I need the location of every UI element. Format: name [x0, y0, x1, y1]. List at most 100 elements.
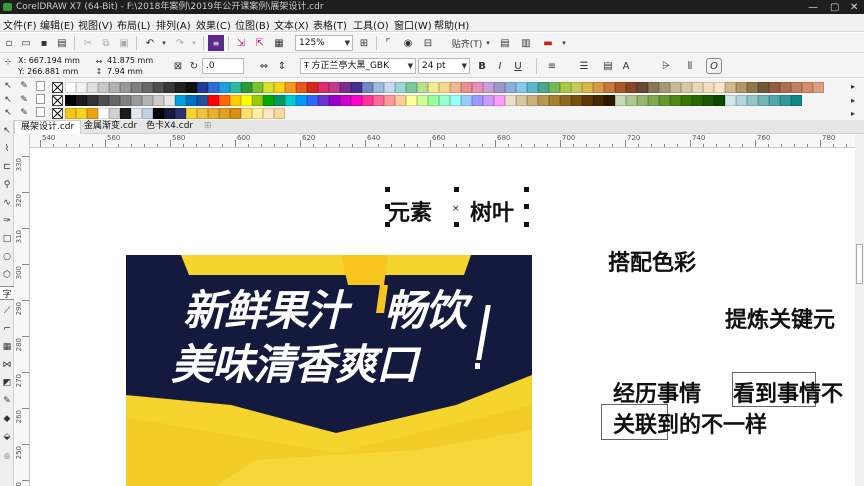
no-color-swatch[interactable] [52, 82, 63, 93]
color-swatch[interactable] [208, 108, 219, 119]
color-swatch[interactable] [241, 108, 252, 119]
menu-arrange[interactable]: 排列(A) [156, 17, 191, 32]
color-swatch[interactable] [76, 95, 87, 106]
color-swatch[interactable] [637, 95, 648, 106]
color-swatch[interactable] [186, 82, 197, 93]
search-content-icon[interactable]: ≡ [208, 35, 224, 51]
color-swatch[interactable] [197, 95, 208, 106]
color-swatch[interactable] [648, 82, 659, 93]
vertical-ruler[interactable]: 330 320 310 300 290 280 270 260 250 240 [14, 134, 30, 486]
add-tool-icon[interactable]: ⊕ [0, 450, 15, 464]
color-swatch[interactable] [87, 95, 98, 106]
color-swatch[interactable] [483, 82, 494, 93]
scrollbar-thumb[interactable] [856, 244, 863, 284]
redo-dropdown-icon[interactable]: ▾ [186, 35, 202, 51]
color-swatch[interactable] [175, 95, 186, 106]
color-swatch[interactable] [164, 82, 175, 93]
color-swatch[interactable] [373, 82, 384, 93]
blend-tool-icon[interactable]: ⋈ [0, 358, 15, 372]
color-swatch[interactable] [109, 82, 120, 93]
color-swatch[interactable] [725, 82, 736, 93]
color-swatch[interactable] [538, 82, 549, 93]
open-icon[interactable]: ▭ [18, 35, 34, 51]
color-swatch[interactable] [318, 82, 329, 93]
color-swatch[interactable] [516, 82, 527, 93]
color-swatch[interactable] [659, 82, 670, 93]
color-swatch[interactable] [769, 82, 780, 93]
color-swatch[interactable] [494, 82, 505, 93]
bullet-list-icon[interactable]: ☰ [576, 58, 592, 74]
color-swatch[interactable] [263, 82, 274, 93]
color-swatch[interactable] [252, 108, 263, 119]
edit-text-icon[interactable]: O [706, 58, 722, 74]
y-position-field[interactable]: Y: 266.881 mm [18, 67, 78, 76]
color-swatch[interactable] [593, 95, 604, 106]
color-swatch[interactable] [230, 95, 241, 106]
export-icon[interactable]: ⇱ [252, 35, 268, 51]
zoom-level-field[interactable]: 125% ▼ [295, 35, 353, 51]
color-swatch[interactable] [692, 95, 703, 106]
color-swatch[interactable] [747, 95, 758, 106]
color-swatch[interactable] [582, 95, 593, 106]
welcome-screen-icon[interactable]: ▬ [540, 35, 556, 51]
color-swatch[interactable] [230, 108, 241, 119]
color-swatch[interactable] [373, 95, 384, 106]
color-swatch[interactable] [186, 108, 197, 119]
text-kandao[interactable]: 看到事情不 [733, 376, 843, 408]
color-swatch[interactable] [604, 82, 615, 93]
color-swatch[interactable] [120, 95, 131, 106]
crop-tool-icon[interactable]: ↖ [2, 107, 14, 119]
scroll-palette-left-icon[interactable] [36, 107, 45, 117]
color-swatch[interactable] [428, 82, 439, 93]
color-swatch[interactable] [186, 95, 197, 106]
color-swatch[interactable] [736, 95, 747, 106]
application-launcher-icon[interactable]: ▥ [518, 35, 534, 51]
smart-fill-icon[interactable]: ⬙ [0, 430, 15, 444]
underline-icon[interactable]: U [510, 58, 526, 74]
menu-effects[interactable]: 效果(C) [196, 17, 231, 32]
color-swatch[interactable] [582, 82, 593, 93]
color-swatch[interactable] [274, 82, 285, 93]
color-swatch[interactable] [153, 82, 164, 93]
crop-tool-icon[interactable]: ⊏ [0, 160, 15, 174]
width-field[interactable]: 41.875 mm [107, 56, 153, 65]
text-yuansu[interactable]: 元素 [388, 195, 432, 227]
color-swatch[interactable] [340, 82, 351, 93]
color-swatch[interactable] [450, 95, 461, 106]
copy-icon[interactable]: ⧉ [98, 35, 114, 51]
table-tool-icon[interactable]: ▦ [0, 340, 15, 354]
color-eyedropper-icon[interactable]: ✎ [0, 394, 15, 408]
color-swatch[interactable] [417, 95, 428, 106]
mirror-horizontal-icon[interactable]: ⇔ [256, 58, 272, 74]
import-icon[interactable]: ⇲ [233, 35, 249, 51]
transparency-tool-icon[interactable]: ◩ [0, 376, 15, 390]
menu-layout[interactable]: 布局(L) [117, 17, 150, 32]
connector-tool-icon[interactable]: ⌐ [0, 322, 15, 336]
color-swatch[interactable] [164, 95, 175, 106]
no-color-swatch[interactable] [52, 95, 63, 106]
color-swatch[interactable] [571, 82, 582, 93]
color-swatch[interactable] [813, 82, 824, 93]
show-guidelines-icon[interactable]: ⊟ [420, 35, 436, 51]
color-swatch[interactable] [131, 95, 142, 106]
pick-tool-icon[interactable]: ↖ [2, 80, 14, 92]
color-swatch[interactable] [406, 95, 417, 106]
color-palette[interactable] [52, 80, 842, 119]
show-grid-icon[interactable]: ◉ [400, 35, 416, 51]
color-swatch[interactable] [549, 95, 560, 106]
minimize-icon[interactable]: — [808, 1, 818, 14]
cut-icon[interactable]: ✂ [80, 35, 96, 51]
color-swatch[interactable] [747, 82, 758, 93]
selected-text-object[interactable]: × 元素 树叶 [385, 187, 529, 227]
color-swatch[interactable] [461, 82, 472, 93]
undo-dropdown-icon[interactable]: ▾ [156, 35, 172, 51]
color-swatch[interactable] [571, 95, 582, 106]
color-swatch[interactable] [472, 95, 483, 106]
color-swatch[interactable] [131, 108, 142, 119]
tab-seka[interactable]: 色卡X4.cdr [140, 120, 199, 134]
color-swatch[interactable] [659, 95, 670, 106]
color-swatch[interactable] [802, 82, 813, 93]
pick-tool-icon[interactable]: ↖ [0, 124, 15, 138]
lock-ratio-icon[interactable]: ⊠ [170, 58, 186, 74]
ellipse-tool-icon[interactable]: ○ [0, 250, 15, 264]
